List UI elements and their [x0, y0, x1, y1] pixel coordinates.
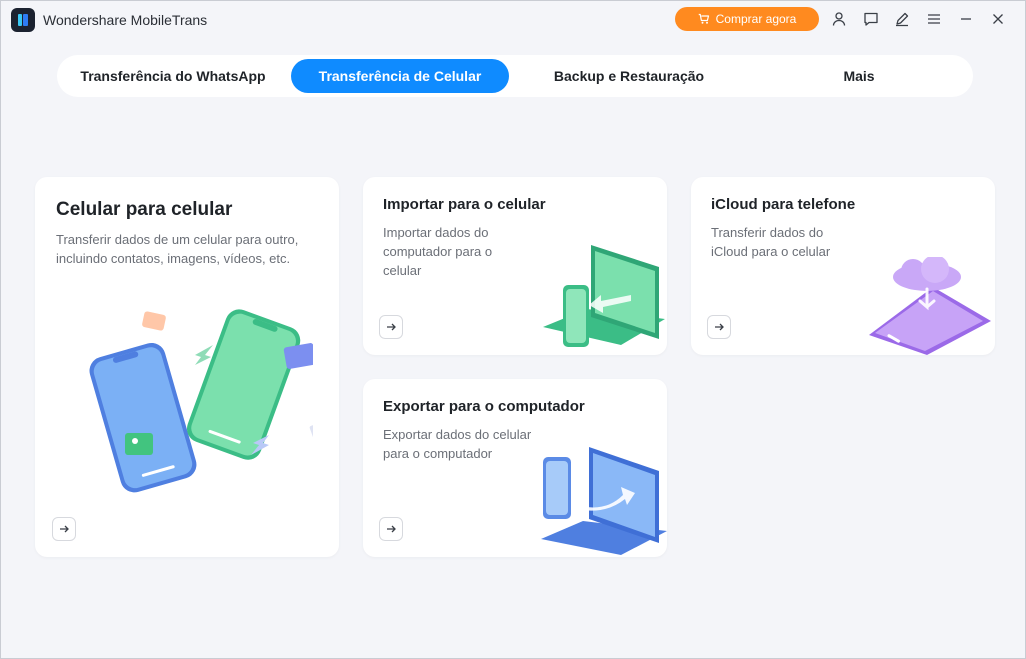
- arrow-right-icon: [60, 525, 69, 533]
- import-illustration: [543, 245, 665, 347]
- minimize-icon[interactable]: [956, 9, 976, 29]
- icloud-illustration: [869, 257, 991, 355]
- phone-transfer-illustration: [89, 309, 313, 493]
- card-description: Transferir dados de um celular para outr…: [56, 232, 299, 266]
- open-button[interactable]: [379, 315, 403, 339]
- app-window: Wondershare MobileTrans Comprar agora Tr…: [0, 0, 1026, 659]
- card-export-to-computer[interactable]: Exportar para o computador Exportar dado…: [363, 379, 667, 557]
- app-title: Wondershare MobileTrans: [43, 12, 208, 28]
- buy-now-button[interactable]: Comprar agora: [675, 7, 819, 31]
- tab-phone-transfer[interactable]: Transferência de Celular: [291, 59, 509, 93]
- tab-backup-restore[interactable]: Backup e Restauração: [517, 59, 741, 93]
- card-icloud-to-phone[interactable]: iCloud para telefone Transferir dados do…: [691, 177, 995, 355]
- card-description: Importar dados do computador para o celu…: [383, 225, 493, 278]
- tab-more[interactable]: Mais: [747, 59, 971, 93]
- arrow-right-icon: [715, 323, 724, 331]
- open-button[interactable]: [379, 517, 403, 541]
- card-title: Exportar para o computador: [383, 398, 585, 415]
- card-phone-to-phone[interactable]: Celular para celular Transferir dados de…: [35, 177, 339, 557]
- buy-now-label: Comprar agora: [715, 12, 797, 26]
- open-button[interactable]: [707, 315, 731, 339]
- cart-icon: [698, 13, 709, 24]
- app-logo-icon: [11, 8, 35, 32]
- card-title: Celular para celular: [56, 199, 233, 220]
- close-icon[interactable]: [988, 9, 1008, 29]
- card-title: Importar para o celular: [383, 196, 546, 213]
- card-title: iCloud para telefone: [711, 196, 856, 213]
- main-tabs: Transferência do WhatsApp Transferência …: [57, 55, 973, 97]
- tab-whatsapp-transfer[interactable]: Transferência do WhatsApp: [61, 59, 285, 93]
- card-description: Transferir dados do iCloud para o celula…: [711, 225, 831, 259]
- card-description: Exportar dados do celular para o computa…: [383, 427, 532, 461]
- arrow-right-icon: [387, 323, 396, 331]
- card-import-to-phone[interactable]: Importar para o celular Importar dados d…: [363, 177, 667, 355]
- arrow-right-icon: [387, 525, 396, 533]
- edit-icon[interactable]: [892, 9, 912, 29]
- feedback-icon[interactable]: [861, 9, 881, 29]
- user-icon[interactable]: [829, 9, 849, 29]
- title-bar: Wondershare MobileTrans Comprar agora: [1, 1, 1025, 37]
- open-button[interactable]: [52, 517, 76, 541]
- export-illustration: [541, 447, 667, 555]
- menu-icon[interactable]: [924, 9, 944, 29]
